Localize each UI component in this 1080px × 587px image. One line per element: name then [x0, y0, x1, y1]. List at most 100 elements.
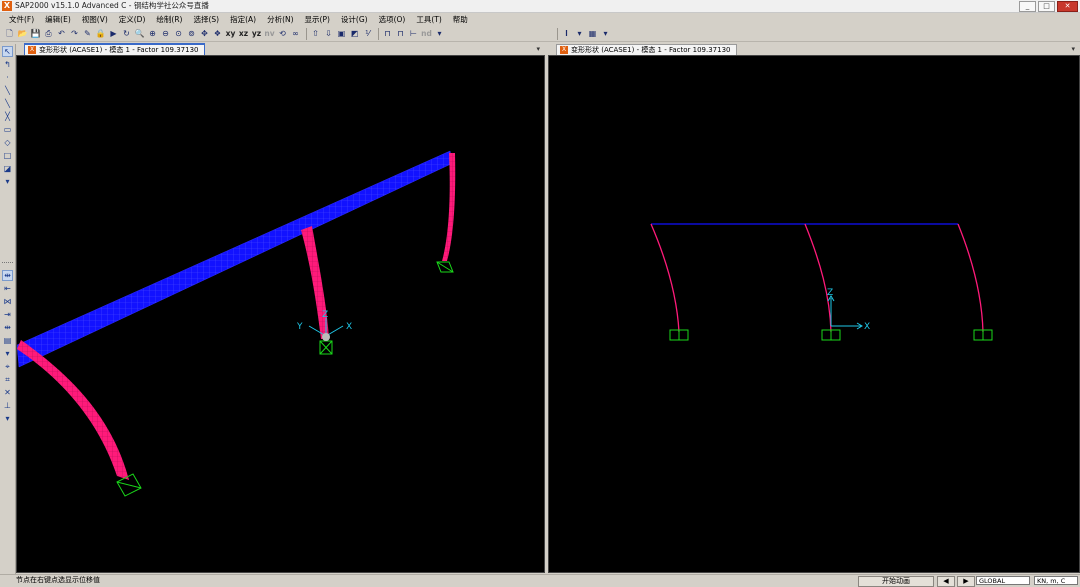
lock-icon[interactable]: 🔒: [95, 28, 106, 40]
clear-selection-icon[interactable]: ⇹: [2, 322, 13, 333]
show-undeformed-icon[interactable]: ▣: [336, 28, 347, 40]
right-view-dropdown-icon[interactable]: ▾: [1071, 44, 1075, 54]
menu-options[interactable]: 选项(O): [379, 14, 406, 25]
frame-section-icon[interactable]: ⊓: [382, 28, 393, 40]
menu-tools[interactable]: 工具(T): [416, 14, 441, 25]
dropdown-arrow-icon[interactable]: ▾: [574, 28, 585, 40]
units-select[interactable]: KN, m, C: [1034, 576, 1078, 585]
move-up-icon[interactable]: ⇧: [310, 28, 321, 40]
show-deformed-icon[interactable]: ◩: [349, 28, 360, 40]
column-middle[interactable]: [301, 226, 329, 339]
support-left[interactable]: [116, 473, 142, 497]
frame-release-icon[interactable]: ⊓: [395, 28, 406, 40]
menu-edit[interactable]: 编辑(E): [45, 14, 71, 25]
left-view-dropdown-icon[interactable]: ▾: [536, 44, 540, 54]
save-icon[interactable]: 💾: [30, 28, 41, 40]
close-button[interactable]: ✕: [1057, 1, 1078, 12]
support-middle[interactable]: [319, 340, 333, 355]
next-mode-button[interactable]: ▶: [957, 576, 975, 587]
draw-area-icon[interactable]: ◇: [2, 137, 13, 148]
support-right[interactable]: [436, 261, 454, 273]
menu-select[interactable]: 选择(S): [193, 14, 219, 25]
menu-help[interactable]: 帮助: [453, 14, 468, 25]
refresh-icon[interactable]: ↻: [121, 28, 132, 40]
zoom-fit-icon[interactable]: ⊚: [186, 28, 197, 40]
column-elevation-middle[interactable]: [804, 223, 832, 333]
quick-draw-frame-icon[interactable]: ╲: [2, 98, 13, 109]
zoom-previous-icon[interactable]: ⊙: [173, 28, 184, 40]
menu-analyze[interactable]: 分析(N): [267, 14, 293, 25]
coordinate-system-select[interactable]: GLOBAL: [976, 576, 1030, 585]
menu-design[interactable]: 设计(G): [341, 14, 368, 25]
maximize-button[interactable]: □: [1038, 1, 1055, 12]
nd-label[interactable]: nd: [421, 28, 432, 40]
run-analysis-icon[interactable]: ▶: [108, 28, 119, 40]
column-elevation-left[interactable]: [650, 223, 680, 333]
right-model-canvas[interactable]: Z X: [549, 56, 1079, 572]
get-previous-icon[interactable]: ▤: [2, 335, 13, 346]
open-folder-icon[interactable]: 📂: [17, 28, 28, 40]
view-yz-button[interactable]: yz: [251, 28, 262, 40]
left-model-viewport[interactable]: Z Y X: [16, 55, 545, 573]
menu-draw[interactable]: 绘制(R): [156, 14, 182, 25]
zoom-out-icon[interactable]: ⊖: [160, 28, 171, 40]
right-model-viewport[interactable]: Z X: [548, 55, 1080, 573]
draw-point-icon[interactable]: ·: [2, 72, 13, 83]
print-icon[interactable]: ⎙: [43, 28, 54, 40]
dropdown-arrow-icon[interactable]: ▾: [600, 28, 611, 40]
prev-mode-button[interactable]: ◀: [937, 576, 955, 587]
new-file-icon[interactable]: 🗋: [4, 28, 15, 40]
support-elevation-right[interactable]: [973, 329, 993, 341]
snap-ends-icon[interactable]: ⌗: [2, 374, 13, 385]
menu-view[interactable]: 视图(V): [82, 14, 108, 25]
left-view-tab[interactable]: X 变形形状 (ACASE1) - 模态 1 - Factor 109.3713…: [24, 43, 205, 55]
snap-perpendicular-icon[interactable]: ⊥: [2, 400, 13, 411]
more-select-icon[interactable]: ▾: [2, 348, 13, 359]
left-model-canvas[interactable]: Z Y X: [17, 56, 544, 572]
menu-define[interactable]: 定义(D): [119, 14, 146, 25]
select-intersect-icon[interactable]: ⋈: [2, 296, 13, 307]
zoom-window-icon[interactable]: 🔍: [134, 28, 145, 40]
start-animation-button[interactable]: 开始动画: [858, 576, 934, 587]
zoom-in-icon[interactable]: ⊕: [147, 28, 158, 40]
snap-intersect-icon[interactable]: ✕: [2, 387, 13, 398]
select-all-icon[interactable]: ⇹: [2, 270, 13, 281]
view-xy-button[interactable]: xy: [225, 28, 236, 40]
column-elevation-right[interactable]: [957, 223, 984, 333]
reshape-icon[interactable]: ↰: [2, 59, 13, 70]
dropdown-arrow-icon[interactable]: ▾: [434, 28, 445, 40]
menu-display[interactable]: 显示(P): [305, 14, 330, 25]
view-xz-button[interactable]: xz: [238, 28, 249, 40]
move-down-icon[interactable]: ⇩: [323, 28, 334, 40]
deselect-icon[interactable]: ⇥: [2, 309, 13, 320]
more-tools-icon[interactable]: ▾: [2, 176, 13, 187]
menu-file[interactable]: 文件(F): [9, 14, 34, 25]
pointer-icon[interactable]: ↖: [2, 46, 13, 57]
undo-icon[interactable]: ↶: [56, 28, 67, 40]
show-forces-icon[interactable]: ⅟: [362, 28, 373, 40]
i-section-icon[interactable]: 𝐈: [561, 28, 572, 40]
more-snap-icon[interactable]: ▾: [2, 413, 13, 424]
support-elevation-middle[interactable]: [821, 329, 841, 341]
beam-main[interactable]: [17, 150, 454, 368]
draw-cable-icon[interactable]: ▭: [2, 124, 13, 135]
right-view-tab[interactable]: X 变形形状 (ACASE1) - 模态 1 - Factor 109.3713…: [556, 44, 737, 55]
draw-frame-icon[interactable]: ╲: [2, 85, 13, 96]
draw-solid-icon[interactable]: ◪: [2, 163, 13, 174]
view-3d-icon[interactable]: ❖: [212, 28, 223, 40]
rotate-view-icon[interactable]: ⟲: [277, 28, 288, 40]
column-left[interactable]: [17, 340, 129, 480]
menu-assign[interactable]: 指定(A): [230, 14, 256, 25]
redo-icon[interactable]: ↷: [69, 28, 80, 40]
perspective-icon[interactable]: ∞: [290, 28, 301, 40]
draw-brace-icon[interactable]: ╳: [2, 111, 13, 122]
draw-rect-area-icon[interactable]: □: [2, 150, 13, 161]
pan-icon[interactable]: ✥: [199, 28, 210, 40]
minimize-button[interactable]: _: [1019, 1, 1036, 12]
select-previous-icon[interactable]: ⇤: [2, 283, 13, 294]
table-display-icon[interactable]: ▦: [587, 28, 598, 40]
assign-icon[interactable]: ⊢: [408, 28, 419, 40]
view-nv-button[interactable]: nv: [264, 28, 275, 40]
pencil-icon[interactable]: ✎: [82, 28, 93, 40]
support-elevation-left[interactable]: [669, 329, 689, 341]
